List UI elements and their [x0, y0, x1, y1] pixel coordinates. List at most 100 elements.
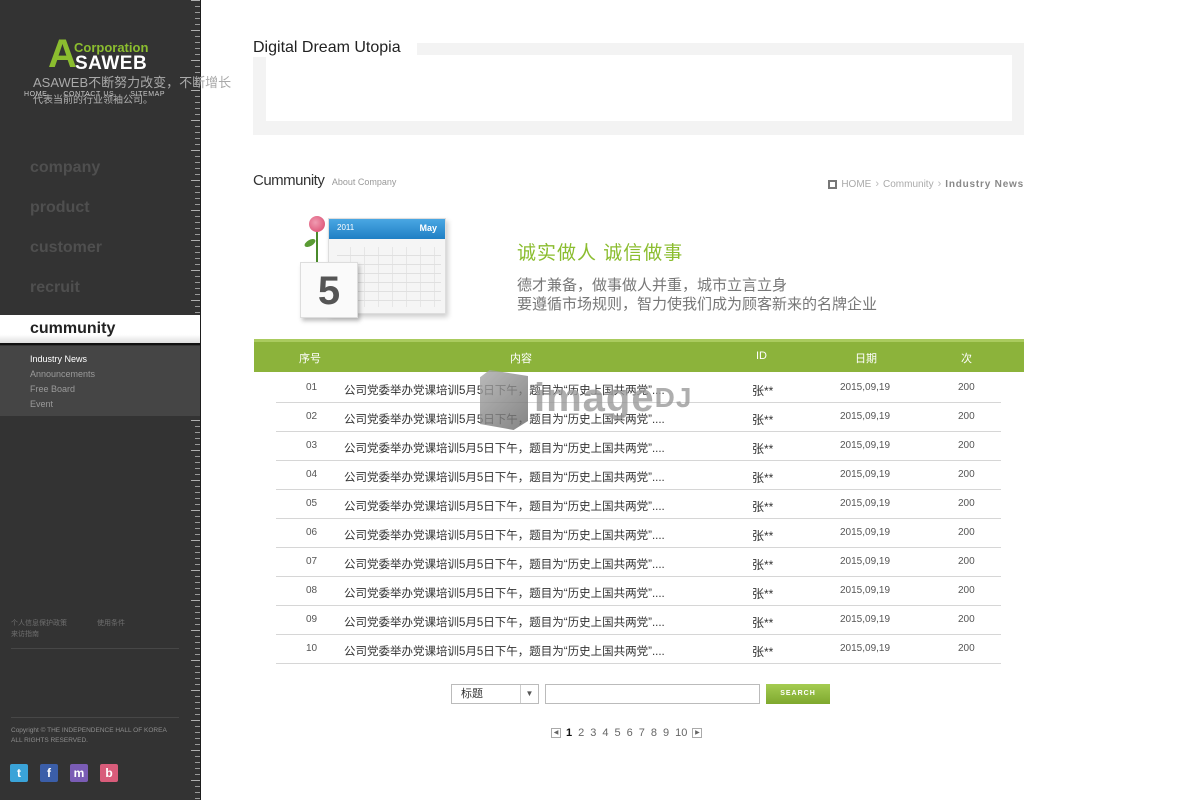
- cell-title[interactable]: 公司党委举办党课培训5月5日下午，题目为“历史上国共两党”....: [344, 556, 665, 572]
- calendar-year: 2011: [337, 223, 355, 232]
- cell-title[interactable]: 公司党委举办党课培训5月5日下午，题目为“历史上国共两党”....: [344, 498, 665, 514]
- chevron-down-icon[interactable]: ▼: [520, 685, 538, 703]
- prev-page-icon[interactable]: ◀: [551, 728, 561, 738]
- watermark: imageDJ: [480, 370, 720, 430]
- motto: 诚实做人 诚信做事 德才兼备，做事做人并重，城市立言立身 要遵循市场规则，智力使…: [517, 238, 877, 314]
- cell-count: 200: [958, 556, 975, 567]
- page-5[interactable]: 5: [614, 727, 622, 739]
- facebook-icon[interactable]: f: [40, 764, 58, 782]
- cell-no: 09: [306, 614, 318, 625]
- cell-date: 2015,09,19: [840, 440, 891, 451]
- cell-date: 2015,09,19: [840, 498, 891, 509]
- next-page-icon[interactable]: ▶: [692, 728, 703, 738]
- footer-link-terms[interactable]: 使用条件: [97, 620, 125, 627]
- blog-icon[interactable]: b: [100, 764, 118, 782]
- logo-letter: A: [48, 32, 77, 76]
- cell-no: 04: [306, 469, 318, 480]
- cell-id: 张**: [752, 587, 774, 601]
- footer-link-privacy[interactable]: 个人信息保护政策: [11, 620, 67, 627]
- footer-divider-2: [11, 717, 179, 718]
- cell-title[interactable]: 公司党委举办党课培训5月5日下午，题目为“历史上国共两党”....: [344, 585, 665, 601]
- section-title-main: Cummunity: [253, 172, 325, 189]
- cell-title[interactable]: 公司党委举办党课培训5月5日下午，题目为“历史上国共两党”....: [344, 469, 665, 485]
- sub-nav-announcements[interactable]: Announcements: [0, 367, 200, 382]
- breadcrumb-home[interactable]: HOME: [841, 179, 871, 190]
- table-row[interactable]: 04 公司党委举办党课培训5月5日下午，题目为“历史上国共两党”.... 张** 20…: [276, 461, 1001, 490]
- table-row[interactable]: 07 公司党委举办党课培训5月5日下午，题目为“历史上国共两党”.... 张** 20…: [276, 548, 1001, 577]
- th-title: 内容: [510, 353, 532, 365]
- me2day-icon[interactable]: m: [70, 764, 88, 782]
- cell-title[interactable]: 公司党委举办党课培训5月5日下午，题目为“历史上国共两党”....: [344, 440, 665, 456]
- pagination: ◀ 1 2 3 4 5 6 7 8 9 10 ▶: [551, 727, 703, 739]
- footer-info: [11, 657, 181, 709]
- cell-no: 07: [306, 556, 318, 567]
- hero-subtitle: ASAWEB不断努力改变，不断增长: [33, 75, 232, 90]
- breadcrumb-community[interactable]: Community: [883, 179, 934, 190]
- cell-no: 06: [306, 527, 318, 538]
- page-8[interactable]: 8: [650, 727, 658, 739]
- twitter-icon[interactable]: t: [10, 764, 28, 782]
- calendar-month: May: [419, 223, 437, 233]
- search-select-value: 标题: [461, 688, 483, 700]
- search-button[interactable]: SEARCH: [766, 684, 830, 704]
- page-4[interactable]: 4: [601, 727, 609, 739]
- calendar-day: 5: [300, 262, 358, 318]
- page-10[interactable]: 10: [674, 727, 688, 739]
- cell-id: 张**: [752, 471, 774, 485]
- th-count: 次: [961, 353, 972, 365]
- cell-count: 200: [958, 382, 975, 393]
- motto-headline: 诚实做人 诚信做事: [517, 243, 684, 264]
- cell-no: 01: [306, 382, 318, 393]
- search-field-select[interactable]: 标题 ▼: [451, 684, 539, 704]
- motto-line-2: 德才兼备，做事做人并重，城市立言立身: [517, 277, 788, 294]
- sub-nav-industry-news[interactable]: Industry News: [0, 352, 200, 367]
- cell-title[interactable]: 公司党委举办党课培训5月5日下午，题目为“历史上国共两党”....: [344, 643, 665, 659]
- table-row[interactable]: 10 公司党委举办党课培训5月5日下午，题目为“历史上国共两党”.... 张** 20…: [276, 635, 1001, 664]
- table-row[interactable]: 06 公司党委举办党课培训5月5日下午，题目为“历史上国共两党”.... 张** 20…: [276, 519, 1001, 548]
- th-id: ID: [756, 350, 767, 362]
- cell-date: 2015,09,19: [840, 527, 891, 538]
- page-3[interactable]: 3: [589, 727, 597, 739]
- cell-title[interactable]: 公司党委举办党课培训5月5日下午，题目为“历史上国共两党”....: [344, 614, 665, 630]
- table-row[interactable]: 08 公司党委举办党课培训5月5日下午，题目为“历史上国共两党”.... 张** 20…: [276, 577, 1001, 606]
- cell-id: 张**: [752, 616, 774, 630]
- cell-title[interactable]: 公司党委举办党课培训5月5日下午，题目为“历史上国共两党”....: [344, 527, 665, 543]
- table-row[interactable]: 09 公司党委举办党课培训5月5日下午，题目为“历史上国共两党”.... 张** 20…: [276, 606, 1001, 635]
- cell-id: 张**: [752, 500, 774, 514]
- sub-nav-event[interactable]: Event: [0, 397, 200, 412]
- footer-copyright-line1: Copyright © THE INDEPENDENCE HALL OF KOR…: [11, 727, 167, 734]
- hero-tagline: 代表当前的行业领袖公司。: [33, 95, 153, 106]
- cell-date: 2015,09,19: [840, 556, 891, 567]
- page-9[interactable]: 9: [662, 727, 670, 739]
- nav-item-customer[interactable]: customer: [0, 230, 200, 270]
- nav-item-cummunity[interactable]: cummunity: [0, 315, 200, 345]
- footer-link-visit[interactable]: 来访指南: [11, 631, 39, 638]
- footer-links: 个人信息保护政策 使用条件 来访指南: [11, 618, 181, 640]
- page-2[interactable]: 2: [577, 727, 585, 739]
- table-row[interactable]: 03 公司党委举办党课培训5月5日下午，题目为“历史上国共两党”.... 张** 20…: [276, 432, 1001, 461]
- cell-count: 200: [958, 411, 975, 422]
- cell-count: 200: [958, 643, 975, 654]
- table-row[interactable]: 05 公司党委举办党课培训5月5日下午，题目为“历史上国共两党”.... 张** 20…: [276, 490, 1001, 519]
- footer-copyright-line2: ALL RIGHTS RESERVED.: [11, 737, 88, 744]
- nav-item-recruit[interactable]: recruit: [0, 270, 200, 310]
- cell-id: 张**: [752, 645, 774, 659]
- footer-copyright: Copyright © THE INDEPENDENCE HALL OF KOR…: [11, 726, 181, 746]
- search-input[interactable]: [545, 684, 760, 704]
- hero-title: Digital Dream Utopia: [253, 39, 417, 57]
- sub-nav-free-board[interactable]: Free Board: [0, 382, 200, 397]
- nav-item-product[interactable]: product: [0, 190, 200, 230]
- side-footer: 个人信息保护政策 使用条件 来访指南 Copyright © THE INDEP…: [11, 618, 181, 746]
- page-7[interactable]: 7: [638, 727, 646, 739]
- cell-count: 200: [958, 527, 975, 538]
- cell-count: 200: [958, 498, 975, 509]
- cell-count: 200: [958, 585, 975, 596]
- chevron-right-icon: ›: [875, 178, 879, 190]
- home-icon: [828, 179, 838, 189]
- cell-date: 2015,09,19: [840, 411, 891, 422]
- nav-item-company[interactable]: company: [0, 150, 200, 190]
- page-6[interactable]: 6: [626, 727, 634, 739]
- watermark-suffix: DJ: [654, 382, 693, 413]
- page-1[interactable]: 1: [565, 727, 573, 739]
- breadcrumb-current: Industry News: [945, 178, 1024, 190]
